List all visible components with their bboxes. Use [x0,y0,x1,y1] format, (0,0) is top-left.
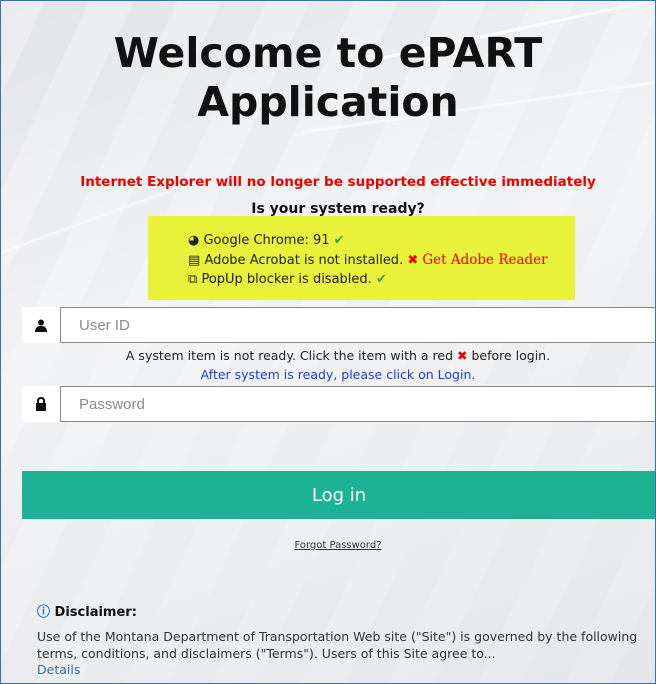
login-button[interactable]: Log in [22,471,655,519]
disclaimer-text: Use of the Montana Department of Transpo… [37,629,638,661]
check-chrome: ◕ Google Chrome: 91 ✔ [188,233,345,248]
forgot-password-link[interactable]: Forgot Password? [1,540,655,551]
disclaimer-heading: ⓘ Disclaimer: [37,605,137,620]
check-icon: ✔ [333,233,345,248]
userid-input[interactable] [60,307,655,343]
pdf-icon: ▤ [188,253,201,268]
lock-icon [22,386,60,422]
external-link-icon: ⧉ [188,272,198,287]
system-note-login: After system is ready, please click on L… [200,367,476,382]
get-adobe-reader-link[interactable]: Get Adobe Reader [422,252,547,268]
x-icon: ✖ [407,253,419,268]
ready-heading: Is your system ready? [251,201,425,217]
x-icon: ✖ [456,348,468,363]
system-note: A system item is not ready. Click the it… [125,348,551,363]
chrome-icon: ◕ [188,233,200,248]
check-acrobat[interactable]: ▤ Adobe Acrobat is not installed. ✖ Get … [188,252,548,268]
system-checks: ◕ Google Chrome: 91 ✔ ▤ Adobe Acrobat is… [148,216,575,300]
login-page: Welcome to ePART Application Internet Ex… [0,0,656,684]
password-field [22,386,655,422]
page-title: Welcome to ePART Application [113,29,543,126]
user-icon [22,307,60,343]
ie-warning: Internet Explorer will no longer be supp… [80,174,596,190]
info-icon: ⓘ [37,605,51,620]
userid-field [22,307,655,343]
details-link[interactable]: Details [37,662,80,677]
password-input[interactable] [60,386,655,422]
check-icon: ✔ [375,272,387,287]
check-popup: ⧉ PopUp blocker is disabled. ✔ [188,272,387,287]
